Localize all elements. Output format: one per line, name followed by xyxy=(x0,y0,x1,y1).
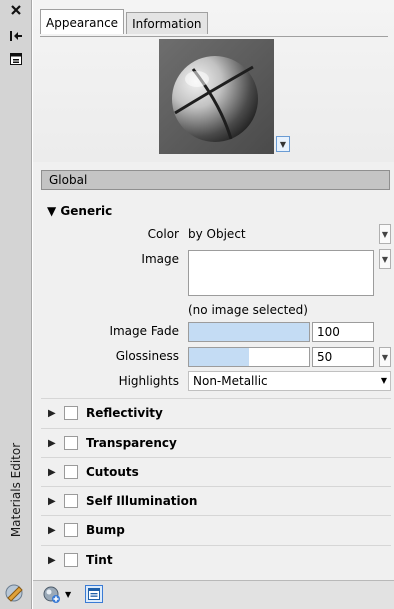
palette-strip: Materials Editor xyxy=(0,0,32,609)
section-tint[interactable]: ▶ Tint xyxy=(41,545,391,574)
image-status: (no image selected) xyxy=(188,303,308,317)
glossiness-dropdown-button[interactable]: ▼ xyxy=(379,347,391,367)
collapsed-triangle-icon: ▶ xyxy=(48,524,56,536)
material-swatch[interactable] xyxy=(159,39,274,154)
color-label: Color xyxy=(147,227,179,241)
chevron-down-icon: ▼ xyxy=(380,376,387,385)
create-material-icon[interactable] xyxy=(43,586,61,607)
open-browser-button[interactable] xyxy=(85,585,103,603)
image-slot[interactable] xyxy=(188,250,374,296)
section-bump[interactable]: ▶ Bump xyxy=(41,515,391,544)
highlights-label: Highlights xyxy=(118,374,179,388)
glossiness-slider[interactable] xyxy=(188,347,310,367)
section-label: Bump xyxy=(86,523,125,537)
collapsed-triangle-icon: ▶ xyxy=(48,554,56,566)
section-enable-checkbox[interactable] xyxy=(64,465,78,479)
materials-editor-icon[interactable] xyxy=(4,583,26,606)
image-fade-slider[interactable] xyxy=(188,322,310,342)
preview-area: Appearance Information ▼ xyxy=(33,0,394,162)
image-fade-label: Image Fade xyxy=(109,324,179,338)
highlights-value: Non-Metallic xyxy=(193,374,268,388)
section-label: Reflectivity xyxy=(86,406,163,420)
section-enable-checkbox[interactable] xyxy=(64,436,78,450)
tab-divider xyxy=(40,36,388,37)
glossiness-label: Glossiness xyxy=(115,349,179,363)
section-label: Transparency xyxy=(86,436,177,450)
tab-appearance[interactable]: Appearance xyxy=(40,9,125,34)
color-dropdown-button[interactable]: ▼ xyxy=(379,224,391,244)
tab-information[interactable]: Information xyxy=(126,12,208,34)
generic-heading: Generic xyxy=(60,204,113,218)
collapsed-triangle-icon: ▶ xyxy=(48,495,56,507)
material-browser-icon xyxy=(88,588,100,600)
section-cutouts[interactable]: ▶ Cutouts xyxy=(41,457,391,486)
expanded-triangle-icon: ▼ xyxy=(47,204,57,218)
create-material-dropdown-icon[interactable]: ▼ xyxy=(65,590,71,599)
properties-icon[interactable] xyxy=(0,53,32,65)
auto-hide-icon[interactable] xyxy=(0,30,32,42)
section-enable-checkbox[interactable] xyxy=(64,553,78,567)
tab-strip: Appearance Information xyxy=(40,9,210,36)
section-enable-checkbox[interactable] xyxy=(64,523,78,537)
section-self-illumination[interactable]: ▶ Self Illumination xyxy=(41,486,391,515)
image-dropdown-button[interactable]: ▼ xyxy=(379,249,391,269)
material-name-bar[interactable]: Global xyxy=(41,170,390,190)
image-fade-input[interactable]: 100 xyxy=(312,322,374,342)
section-enable-checkbox[interactable] xyxy=(64,406,78,420)
glossiness-input[interactable]: 50 xyxy=(312,347,374,367)
close-icon[interactable] xyxy=(0,4,32,16)
glossiness-slider-fill xyxy=(189,348,249,366)
section-enable-checkbox[interactable] xyxy=(64,494,78,508)
collapsed-triangle-icon: ▶ xyxy=(48,407,56,419)
section-label: Cutouts xyxy=(86,465,139,479)
section-label: Tint xyxy=(86,553,113,567)
color-value[interactable]: by Object xyxy=(188,227,246,241)
swatch-options-button[interactable]: ▼ xyxy=(276,136,290,152)
generic-section-header[interactable]: ▼ Generic xyxy=(47,204,112,218)
section-reflectivity[interactable]: ▶ Reflectivity xyxy=(41,398,391,427)
section-transparency[interactable]: ▶ Transparency xyxy=(41,428,391,457)
materials-editor-panel: Appearance Information ▼ Global ▼ Generi… xyxy=(33,0,394,609)
section-label: Self Illumination xyxy=(86,494,198,508)
collapsed-triangle-icon: ▶ xyxy=(48,437,56,449)
image-fade-slider-fill xyxy=(189,323,309,341)
palette-title: Materials Editor xyxy=(9,442,23,538)
collapsed-triangle-icon: ▶ xyxy=(48,466,56,478)
bottom-toolbar: ▼ xyxy=(33,580,394,609)
highlights-select[interactable]: Non-Metallic ▼ xyxy=(188,371,391,391)
image-label: Image xyxy=(141,252,179,266)
